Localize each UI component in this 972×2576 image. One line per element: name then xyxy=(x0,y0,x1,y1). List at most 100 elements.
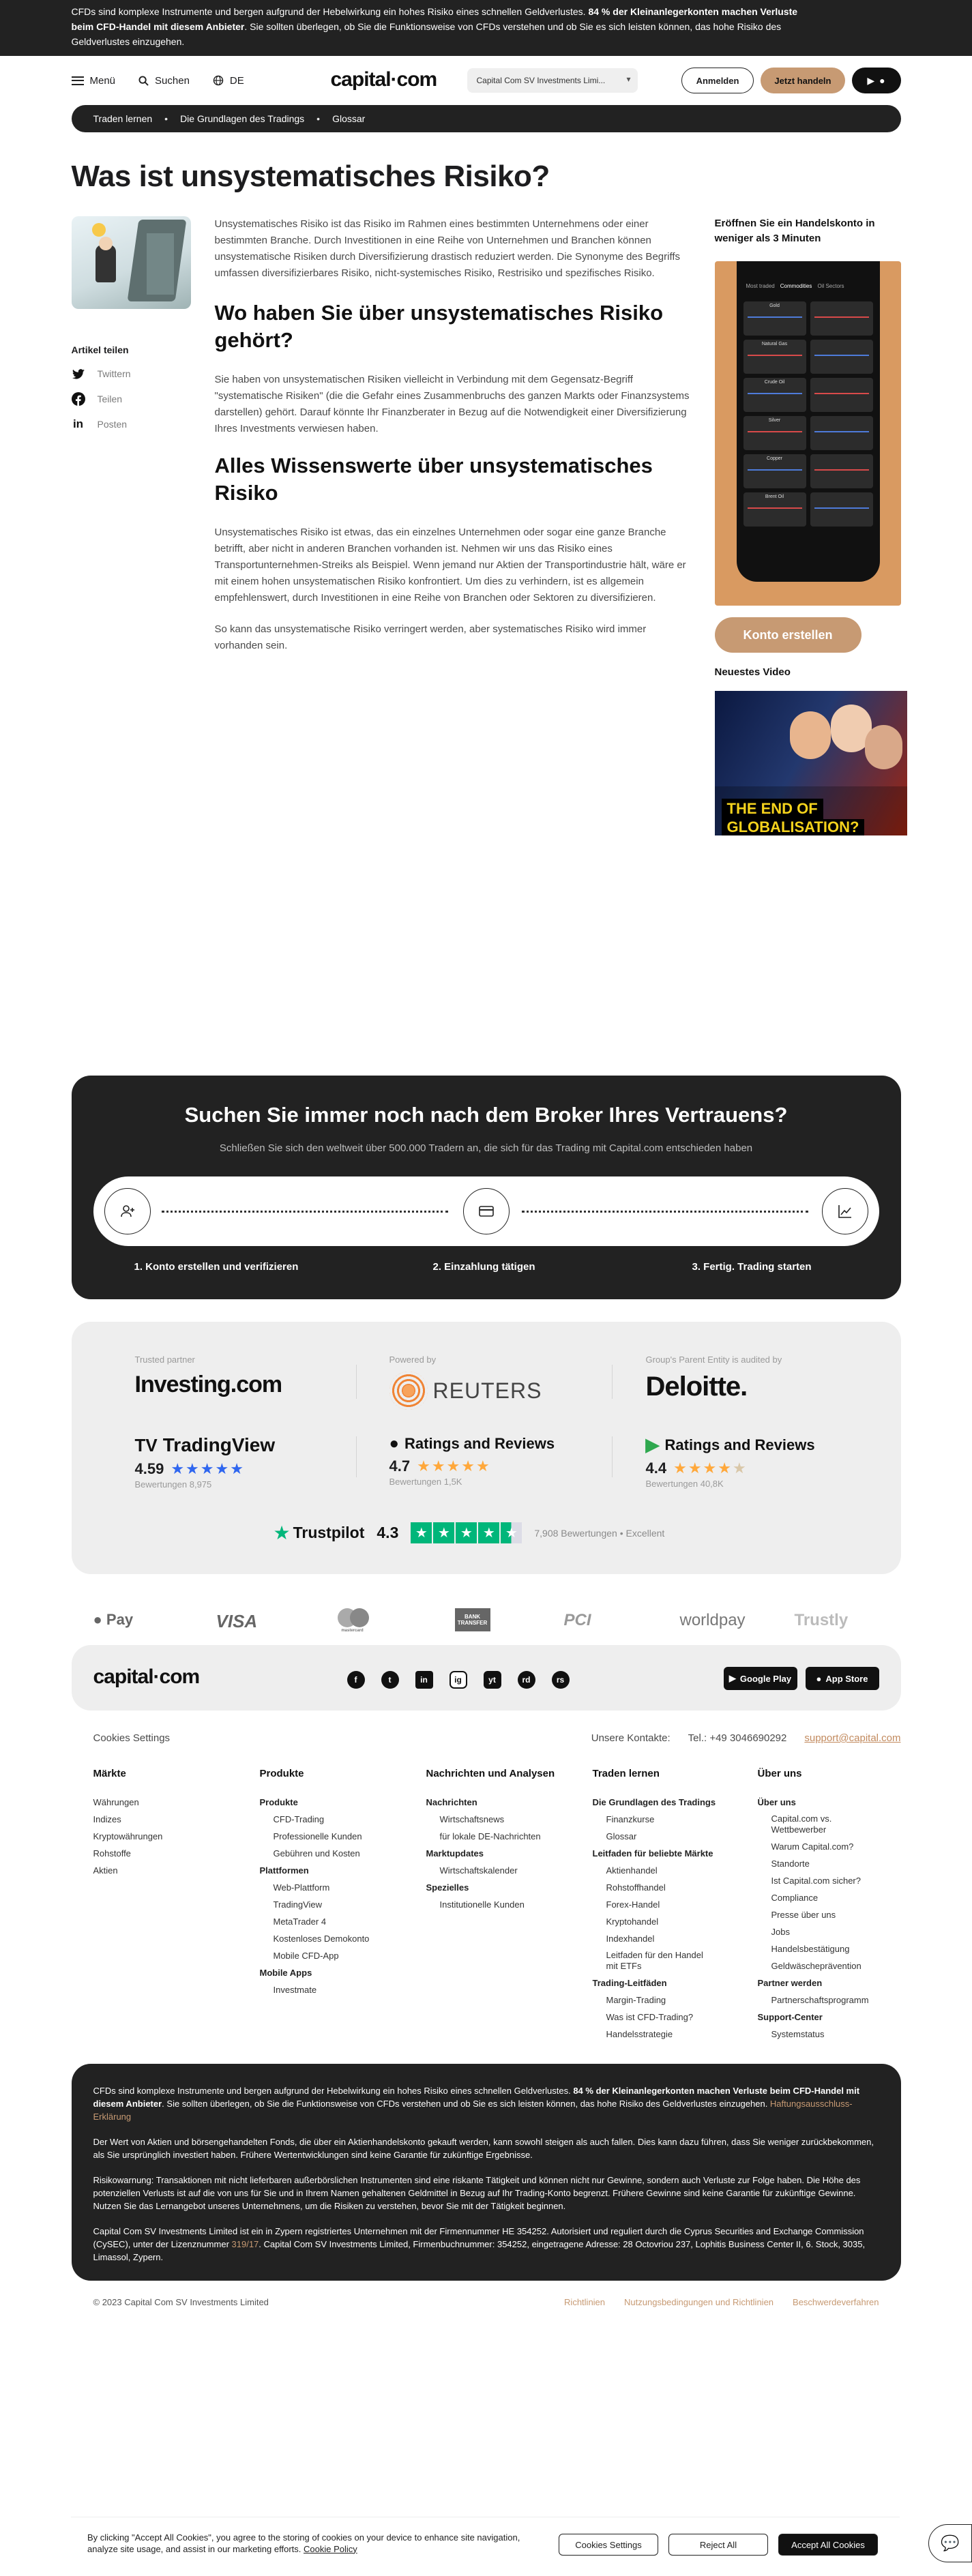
apple-rating[interactable]: ● Ratings and Reviews 4.7 ★★★★★ Bewertunge… xyxy=(389,1434,608,1487)
footer-link[interactable]: Presse über uns xyxy=(758,1906,894,1923)
footer-link[interactable]: Wirtschaftskalender xyxy=(426,1862,570,1879)
capital-logo[interactable]: capital·com xyxy=(331,68,438,91)
footer-link[interactable]: Aktien xyxy=(93,1862,250,1879)
accept-all-button[interactable]: Accept All Cookies xyxy=(778,2534,878,2556)
footer-link[interactable]: TradingView xyxy=(260,1896,417,1913)
rss-icon[interactable]: rs xyxy=(551,1671,570,1689)
breadcrumb-item[interactable]: Glossar xyxy=(332,113,365,124)
facebook-icon[interactable]: f xyxy=(347,1671,365,1689)
footer-link[interactable]: Mobile CFD-App xyxy=(260,1947,417,1964)
trustpilot-rating[interactable]: ★ Trustpilot 4.3 ★ ★ ★ ★ ★ 7,908 Bewertungen… xyxy=(273,1522,664,1544)
footer-group-title[interactable]: Die Grundlagen des Tradings xyxy=(593,1794,736,1811)
footer-group-title[interactable]: Partner werden xyxy=(758,1974,894,1992)
footer-link[interactable]: Forex-Handel xyxy=(593,1896,736,1913)
footer-group-title[interactable]: Spezielles xyxy=(426,1879,570,1896)
footer-group-title[interactable]: Support-Center xyxy=(758,2009,894,2026)
footer-link[interactable]: CFD-Trading xyxy=(260,1811,417,1828)
article-paragraph: Sie haben von unsystematischen Risiken v… xyxy=(214,374,690,434)
share-facebook-link[interactable]: Teilen xyxy=(71,392,215,406)
trade-now-button[interactable]: Jetzt handeln xyxy=(761,68,845,93)
footer-group-title[interactable]: Über uns xyxy=(758,1794,894,1811)
footer-link[interactable]: Jobs xyxy=(758,1923,894,1940)
footer-link[interactable]: Investmate xyxy=(260,1981,417,1998)
review-source: Ratings and Reviews xyxy=(404,1435,555,1452)
share-linkedin-link[interactable]: in Posten xyxy=(72,417,215,431)
footer-link[interactable]: Geldwäscheprävention xyxy=(758,1957,894,1974)
footer-group-title[interactable]: Nachrichten xyxy=(426,1794,570,1811)
footer-link[interactable]: Web-Plattform xyxy=(260,1879,417,1896)
footer-group-title[interactable]: Leitfaden für beliebte Märkte xyxy=(593,1845,736,1862)
footer-group-title[interactable]: Plattformen xyxy=(260,1862,417,1879)
footer-link[interactable]: Warum Capital.com? xyxy=(758,1838,894,1855)
disclaimer-paragraph: Der Wert von Aktien und börsengehandelte… xyxy=(93,2137,874,2160)
footer-link[interactable]: Systemstatus xyxy=(758,2026,894,2043)
footer-link[interactable]: Kryptohandel xyxy=(593,1913,736,1930)
footer-link[interactable]: Kryptowährungen xyxy=(93,1828,250,1845)
footer-link[interactable]: Aktienhandel xyxy=(593,1862,736,1879)
share-twitter-link[interactable]: Twittern xyxy=(72,367,215,381)
email-link[interactable]: support@capital.com xyxy=(804,1732,900,1744)
cookies-settings-link[interactable]: Cookies Settings xyxy=(72,1732,171,1744)
twitter-icon[interactable]: t xyxy=(381,1671,399,1689)
create-account-button[interactable]: Konto erstellen xyxy=(714,617,861,653)
youtube-icon[interactable]: yt xyxy=(483,1671,501,1689)
footer-link[interactable]: Währungen xyxy=(93,1794,250,1811)
footer-link[interactable]: MetaTrader 4 xyxy=(260,1913,417,1930)
footer-group-title[interactable]: Trading-Leitfäden xyxy=(593,1974,736,1992)
footer-link[interactable]: Wirtschaftsnews xyxy=(426,1811,570,1828)
footer-link[interactable]: Indexhandel xyxy=(593,1930,736,1947)
entity-select[interactable]: Capital Com SV Investments Limi... xyxy=(467,68,638,93)
reject-all-button[interactable]: Reject All xyxy=(668,2534,768,2556)
footer-link[interactable]: Institutionelle Kunden xyxy=(426,1896,570,1913)
footer-link[interactable]: Compliance xyxy=(758,1889,894,1906)
divider xyxy=(611,1365,613,1399)
search-button[interactable]: Suchen xyxy=(138,75,190,87)
tradingview-rating[interactable]: TV TradingView 4.59 ★★★★★ Bewertungen 8,97… xyxy=(135,1434,353,1490)
footer-link[interactable]: Glossar xyxy=(593,1828,736,1845)
instagram-icon[interactable]: ig xyxy=(449,1671,467,1689)
footer-group-title[interactable]: Marktupdates xyxy=(426,1845,570,1862)
footer-link[interactable]: Ist Capital.com sicher? xyxy=(758,1872,894,1889)
footer-link[interactable]: Capital.com vs. Wettbewerber xyxy=(758,1811,894,1838)
google-play-badge[interactable]: ▶ Google Play xyxy=(723,1667,797,1690)
login-button[interactable]: Anmelden xyxy=(681,68,754,93)
footer-link[interactable]: Indizes xyxy=(93,1811,250,1828)
footer-link[interactable]: Partnerschaftsprogramm xyxy=(758,1992,894,2009)
footer-logo[interactable]: capital·com xyxy=(93,1665,201,1689)
footer-link[interactable]: Professionelle Kunden xyxy=(260,1828,417,1845)
deloitte-logo: Deloitte. xyxy=(645,1372,748,1402)
footer-link[interactable]: Gebühren und Kosten xyxy=(260,1845,417,1862)
linkedin-icon[interactable]: in xyxy=(415,1671,433,1689)
complaints-link[interactable]: Beschwerdeverfahren xyxy=(793,2297,879,2307)
breadcrumb-item[interactable]: Traden lernen xyxy=(93,113,153,124)
google-play-rating[interactable]: ▶ Ratings and Reviews 4.4 ★★★★★ Bewertunge… xyxy=(646,1434,864,1489)
footer-link[interactable]: Rohstoffe xyxy=(93,1845,250,1862)
language-selector[interactable]: DE xyxy=(213,75,244,87)
app-download-button[interactable]: ▶ ● xyxy=(851,68,901,93)
footer-link[interactable]: Margin-Trading xyxy=(593,1992,736,2009)
footer-link[interactable]: Handelsbestätigung xyxy=(758,1940,894,1957)
latest-video-thumbnail[interactable]: THE END OF GLOBALISATION? xyxy=(714,691,907,835)
footer-link[interactable]: Rohstoffhandel xyxy=(593,1879,736,1896)
menu-button[interactable]: Menü xyxy=(71,75,115,87)
app-store-badge[interactable]: ● App Store xyxy=(805,1667,879,1690)
breadcrumb-item[interactable]: Die Grundlagen des Tradings xyxy=(180,113,304,124)
footer-group-title[interactable]: Mobile Apps xyxy=(260,1964,417,1981)
cookie-settings-button[interactable]: Cookies Settings xyxy=(559,2534,658,2556)
footer-group-title[interactable]: Produkte xyxy=(260,1794,417,1811)
reddit-icon[interactable]: rd xyxy=(517,1671,535,1689)
footer-link[interactable]: für lokale DE-Nachrichten xyxy=(426,1828,570,1845)
footer-link[interactable]: Leitfaden für den Handel mit ETFs xyxy=(593,1947,736,1974)
footer-link[interactable]: Kostenloses Demokonto xyxy=(260,1930,417,1947)
trustpilot-star-icon: ★ xyxy=(273,1522,291,1543)
chat-button[interactable]: 💬 xyxy=(928,2524,972,2562)
footer-link[interactable]: Standorte xyxy=(758,1855,894,1872)
phone-link[interactable]: Tel.: +49 3046690292 xyxy=(688,1732,787,1744)
license-link[interactable]: 319/17 xyxy=(232,2239,259,2249)
footer-link[interactable]: Was ist CFD-Trading? xyxy=(593,2009,736,2026)
policies-link[interactable]: Richtlinien xyxy=(564,2297,605,2307)
footer-link[interactable]: Handelsstrategie xyxy=(593,2026,736,2043)
terms-link[interactable]: Nutzungsbedingungen und Richtlinien xyxy=(624,2297,774,2307)
cookie-policy-link[interactable]: Cookie Policy xyxy=(304,2544,357,2554)
footer-link[interactable]: Finanzkurse xyxy=(593,1811,736,1828)
